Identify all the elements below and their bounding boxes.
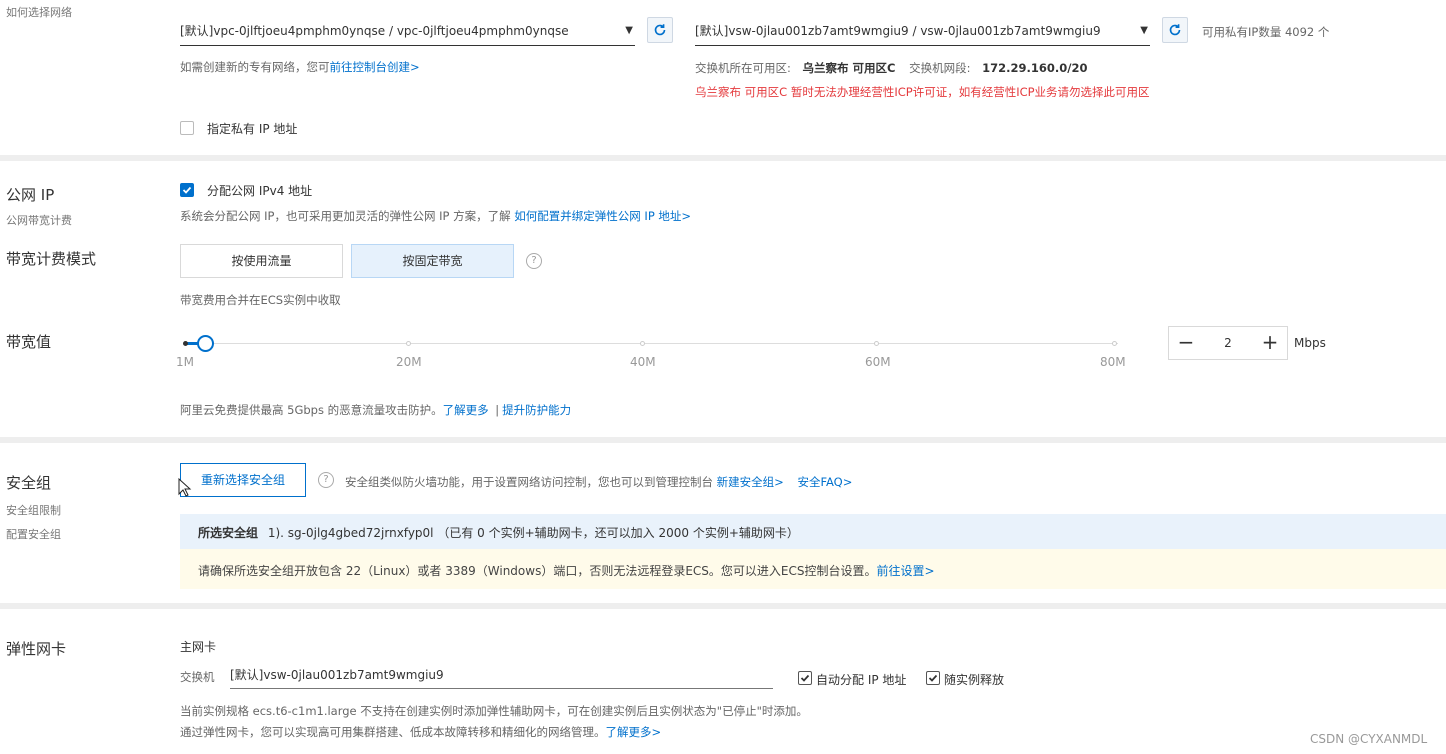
- refresh-icon: [654, 24, 666, 36]
- tick-label-1m: 1M: [176, 355, 194, 369]
- caret-down-icon: ▼: [625, 25, 633, 36]
- ddos-hint: 阿里云免费提供最高 5Gbps 的恶意流量攻击防护。了解更多 | 提升防护能力: [180, 403, 572, 417]
- auto-ip-checkbox[interactable]: [798, 671, 812, 685]
- slider-handle[interactable]: [196, 335, 214, 352]
- cidr-value: 172.29.160.0/20: [982, 61, 1088, 75]
- zone-warning: 乌兰察布 可用区C 暂时无法办理经营性ICP许可证，如有经营性ICP业务请勿选择…: [695, 85, 1150, 99]
- bandwidth-stepper: − 2 +: [1168, 326, 1288, 360]
- assign-ipv4-checkbox[interactable]: [180, 183, 194, 197]
- vpc-refresh-button[interactable]: [647, 17, 673, 43]
- selected-value: 1). sg-0jlg4gbed72jrnxfyp0l （已有 0 个实例+辅助…: [267, 526, 799, 540]
- tick-label-80m: 80M: [1100, 355, 1126, 369]
- vpc-select-value: [默认]vpc-0jlftjoeu4pmphm0ynqse / vpc-0jlf…: [180, 24, 569, 38]
- billing-fixed-bandwidth-option[interactable]: 按固定带宽: [351, 244, 514, 278]
- goto-settings-link[interactable]: 前往设置>: [877, 564, 935, 578]
- port-notice: 请确保所选安全组开放包含 22（Linux）或者 3389（Windows）端口…: [198, 564, 877, 578]
- eip-guide-link[interactable]: 如何配置并绑定弹性公网 IP 地址>: [514, 209, 691, 223]
- increment-button[interactable]: +: [1253, 327, 1287, 359]
- mouse-cursor-icon: [178, 478, 192, 497]
- slider-tick: [406, 341, 411, 346]
- tick-label-40m: 40M: [630, 355, 656, 369]
- slider-tick: [640, 341, 645, 346]
- security-group-hint: 安全组类似防火墙功能，用于设置网络访问控制，您也可以到管理控制台 新建安全组> …: [345, 475, 853, 489]
- bandwidth-input[interactable]: 2: [1203, 327, 1253, 359]
- billing-mode-title: 带宽计费模式: [6, 250, 97, 268]
- section-divider: [0, 155, 1446, 161]
- create-vpc-link[interactable]: 前往控制台创建>: [330, 60, 420, 74]
- private-ip-checkbox[interactable]: [180, 121, 194, 135]
- selected-security-group-bar: 所选安全组 1). sg-0jlg4gbed72jrnxfyp0l （已有 0 …: [180, 514, 1446, 549]
- private-ip-label: 指定私有 IP 地址: [207, 122, 298, 136]
- slider-tick: [1112, 341, 1117, 346]
- section-divider: [0, 437, 1446, 443]
- check-icon: [928, 674, 938, 682]
- slider-tick: [183, 341, 188, 346]
- public-ip-hint: 系统会分配公网 IP，也可采用更加灵活的弹性公网 IP 方案，了解 如何配置并绑…: [180, 209, 692, 223]
- security-group-title: 安全组: [6, 474, 52, 492]
- security-faq-link[interactable]: 安全FAQ>: [797, 475, 852, 489]
- bandwidth-unit: Mbps: [1294, 336, 1326, 350]
- zone-value: 乌兰察布 可用区C: [802, 61, 896, 75]
- bandwidth-slider[interactable]: 1M 20M 40M 60M 80M: [176, 330, 1140, 370]
- public-ip-subtitle[interactable]: 公网带宽计费: [6, 212, 72, 228]
- check-icon: [800, 674, 810, 682]
- reselect-security-group-button[interactable]: 重新选择安全组: [180, 463, 306, 497]
- primary-nic-label: 主网卡: [180, 640, 217, 654]
- tick-label-60m: 60M: [865, 355, 891, 369]
- eni-vswitch-input[interactable]: [默认]vsw-0jlau001zb7amt9wmgiu9: [230, 661, 773, 689]
- port-notice-bar: 请确保所选安全组开放包含 22（Linux）或者 3389（Windows）端口…: [180, 549, 1446, 589]
- help-icon[interactable]: ?: [318, 472, 334, 488]
- help-icon[interactable]: ?: [526, 253, 542, 269]
- slider-tick: [874, 341, 879, 346]
- billing-hint: 带宽费用合并在ECS实例中收取: [180, 293, 341, 307]
- decrement-button[interactable]: −: [1169, 327, 1203, 359]
- eni-vswitch-label: 交换机: [180, 670, 215, 684]
- caret-down-icon: ▼: [1140, 25, 1148, 36]
- vswitch-refresh-button[interactable]: [1162, 17, 1188, 43]
- new-security-group-link[interactable]: 新建安全组>: [717, 475, 784, 489]
- security-group-sub1[interactable]: 安全组限制: [6, 502, 61, 518]
- eni-note-1: 当前实例规格 ecs.t6-c1m1.large 不支持在创建实例时添加弹性辅助…: [180, 704, 808, 718]
- eni-learn-more-link[interactable]: 了解更多>: [606, 725, 662, 739]
- vswitch-zone-info: 交换机所在可用区: 乌兰察布 可用区C 交换机网段: 172.29.160.0/…: [695, 61, 1088, 75]
- bandwidth-title: 带宽值: [6, 333, 52, 351]
- eni-note-2: 通过弹性网卡，您可以实现高可用集群搭建、低成本故障转移和精细化的网络管理。了解更…: [180, 725, 662, 739]
- learn-more-link[interactable]: 了解更多: [443, 403, 489, 417]
- watermark: CSDN @CYXANMDL: [1310, 732, 1428, 746]
- vpc-hint: 如需创建新的专有网络，您可前往控制台创建>: [180, 60, 420, 74]
- selected-label: 所选安全组: [198, 526, 259, 540]
- vswitch-select-value: [默认]vsw-0jlau001zb7amt9wmgiu9 / vsw-0jla…: [695, 24, 1101, 38]
- tick-label-20m: 20M: [396, 355, 422, 369]
- vpc-select[interactable]: [默认]vpc-0jlftjoeu4pmphm0ynqse / vpc-0jlf…: [180, 16, 635, 46]
- public-ip-title: 公网 IP: [6, 186, 55, 204]
- check-icon: [182, 186, 192, 194]
- upgrade-protection-link[interactable]: 提升防护能力: [502, 403, 571, 417]
- refresh-icon: [1169, 24, 1181, 36]
- billing-by-traffic-option[interactable]: 按使用流量: [180, 244, 343, 278]
- eni-vswitch-value: [默认]vsw-0jlau001zb7amt9wmgiu9: [230, 668, 444, 682]
- security-group-sub2[interactable]: 配置安全组: [6, 526, 61, 542]
- section-divider: [0, 603, 1446, 609]
- auto-ip-label: 自动分配 IP 地址: [816, 673, 907, 687]
- assign-ipv4-label: 分配公网 IPv4 地址: [207, 184, 313, 198]
- vswitch-select[interactable]: [默认]vsw-0jlau001zb7amt9wmgiu9 / vsw-0jla…: [695, 16, 1150, 46]
- slider-track: [186, 343, 1118, 344]
- release-with-instance-checkbox[interactable]: [926, 671, 940, 685]
- eni-title: 弹性网卡: [6, 640, 67, 658]
- release-with-instance-label: 随实例释放: [944, 673, 1005, 687]
- available-ip-count: 可用私有IP数量 4092 个: [1202, 25, 1330, 39]
- network-help-link[interactable]: 如何选择网络: [6, 4, 72, 20]
